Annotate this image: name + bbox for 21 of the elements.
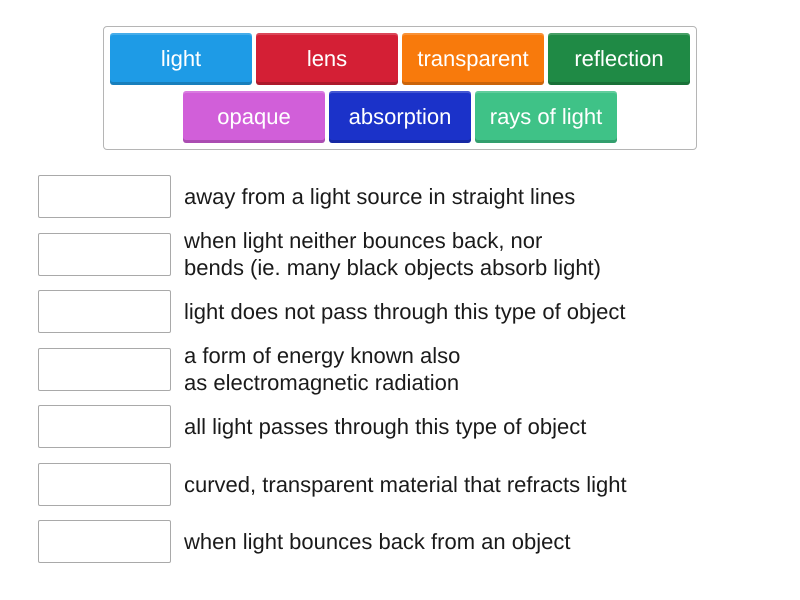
answer-box[interactable] (38, 462, 171, 506)
clue-text: curved, transparent material that refracts light (184, 470, 627, 498)
clue-text: light does not pass through this type of object (184, 298, 627, 325)
word-tile[interactable]: light (110, 33, 252, 85)
clue-text: away from a light source in straight lines (184, 183, 576, 210)
clue-text: all light passes through this type of object (184, 413, 588, 440)
answer-box[interactable] (38, 290, 171, 333)
word-tile[interactable]: opaque (183, 91, 325, 143)
word-tile[interactable]: reflection (548, 33, 690, 85)
answer-box[interactable] (38, 520, 171, 563)
answer-box[interactable] (38, 348, 171, 390)
clue-text: when light bounces back from an object (184, 528, 572, 555)
word-tile[interactable]: lens (256, 33, 398, 85)
clue-text: a form of energy known also as electromagnetic radiation (184, 342, 462, 396)
answer-box[interactable] (38, 175, 171, 218)
clue-text: when light neither bounces back, nor bends (ie. many black objects absorb light) (184, 227, 602, 281)
word-tile[interactable]: rays of light (475, 91, 617, 143)
answer-box[interactable] (38, 232, 171, 276)
answer-box[interactable] (38, 405, 171, 448)
word-tile[interactable]: absorption (329, 91, 471, 143)
word-tile[interactable]: transparent (402, 33, 544, 85)
